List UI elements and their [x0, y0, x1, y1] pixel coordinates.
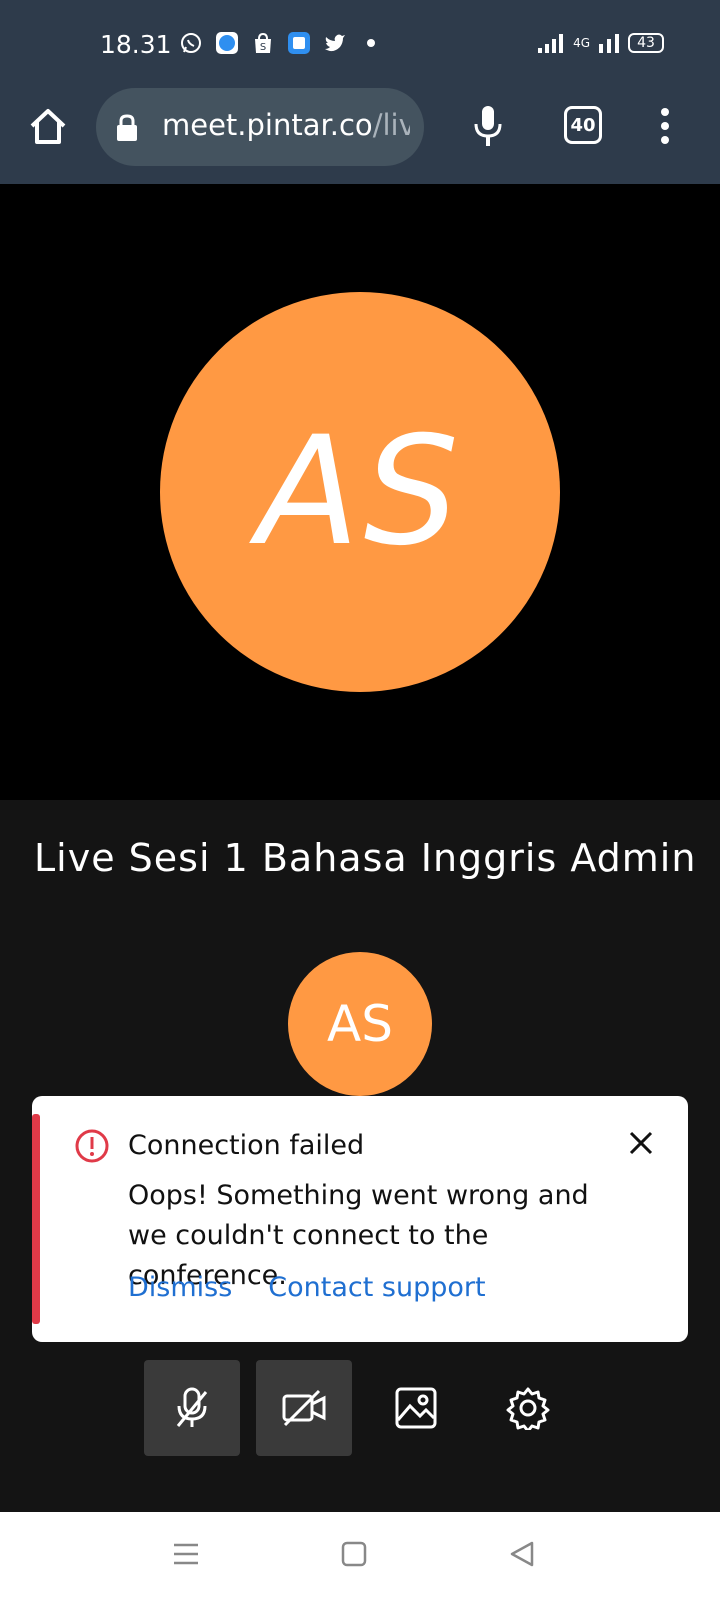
home-button[interactable]	[26, 104, 70, 148]
network-type-label: 4G	[573, 36, 590, 50]
home-nav-icon[interactable]	[340, 1540, 368, 1568]
twitter-icon	[322, 30, 348, 56]
meeting-controls	[144, 1360, 576, 1456]
main-participant-avatar: AS	[160, 292, 560, 692]
browser-chrome: 18.31 S 4G 43 meet.pintar.co/liv 40	[0, 0, 720, 184]
signal-2-icon	[599, 34, 619, 53]
status-time: 18.31	[100, 30, 172, 59]
lock-icon	[117, 114, 137, 141]
svg-text:S: S	[260, 42, 266, 53]
recent-apps-icon[interactable]	[172, 1540, 200, 1568]
microphone-icon	[474, 106, 502, 146]
camera-off-icon	[282, 1389, 326, 1427]
notification-icons: S	[178, 30, 384, 56]
error-icon	[75, 1129, 109, 1163]
menu-dot-icon	[661, 122, 669, 130]
messenger-icon	[214, 30, 240, 56]
status-bar: 18.31 S 4G 43	[0, 0, 720, 88]
menu-dot-icon	[661, 108, 669, 116]
toggle-camera-button[interactable]	[256, 1360, 352, 1456]
settings-button[interactable]	[480, 1360, 576, 1456]
url-bar[interactable]: meet.pintar.co/liv	[96, 88, 424, 166]
connection-error-toast: Connection failed Oops! Something went w…	[32, 1096, 688, 1342]
meeting-title: Live Sesi 1 Bahasa Inggris Adminis...	[34, 836, 694, 880]
main-video-area: AS	[0, 184, 720, 800]
more-menu-button[interactable]	[650, 104, 680, 148]
signal-icon	[538, 34, 564, 53]
url-path: /liv	[372, 108, 410, 142]
close-icon[interactable]	[628, 1130, 654, 1156]
settings-icon	[506, 1387, 550, 1430]
whatsapp-icon	[178, 30, 204, 56]
dismiss-button[interactable]: Dismiss	[128, 1272, 232, 1303]
url-host: meet.pintar.co	[162, 108, 373, 142]
home-icon	[30, 109, 66, 144]
browser-toolbar: meet.pintar.co/liv 40	[0, 88, 720, 168]
dot-icon	[358, 30, 384, 56]
battery-icon: 43	[628, 33, 664, 53]
android-nav-bar	[0, 1512, 720, 1600]
back-icon[interactable]	[508, 1540, 536, 1568]
toast-title: Connection failed	[128, 1130, 365, 1161]
toast-actions: Dismiss Contact support	[128, 1272, 486, 1303]
mute-microphone-button[interactable]	[144, 1360, 240, 1456]
menu-dot-icon	[661, 136, 669, 144]
voice-search-button[interactable]	[468, 102, 508, 150]
background-button[interactable]	[368, 1360, 464, 1456]
shopee-icon: S	[250, 30, 276, 56]
system-icons: 4G 43	[537, 32, 664, 54]
toast-accent-bar	[32, 1114, 40, 1324]
tab-switcher-button[interactable]: 40	[564, 106, 602, 144]
self-avatar: AS	[288, 952, 432, 1096]
app-icon	[286, 30, 312, 56]
url-text: meet.pintar.co/liv	[162, 108, 410, 142]
mic-off-icon	[176, 1387, 208, 1427]
contact-support-link[interactable]: Contact support	[268, 1272, 485, 1303]
image-icon	[395, 1387, 437, 1429]
